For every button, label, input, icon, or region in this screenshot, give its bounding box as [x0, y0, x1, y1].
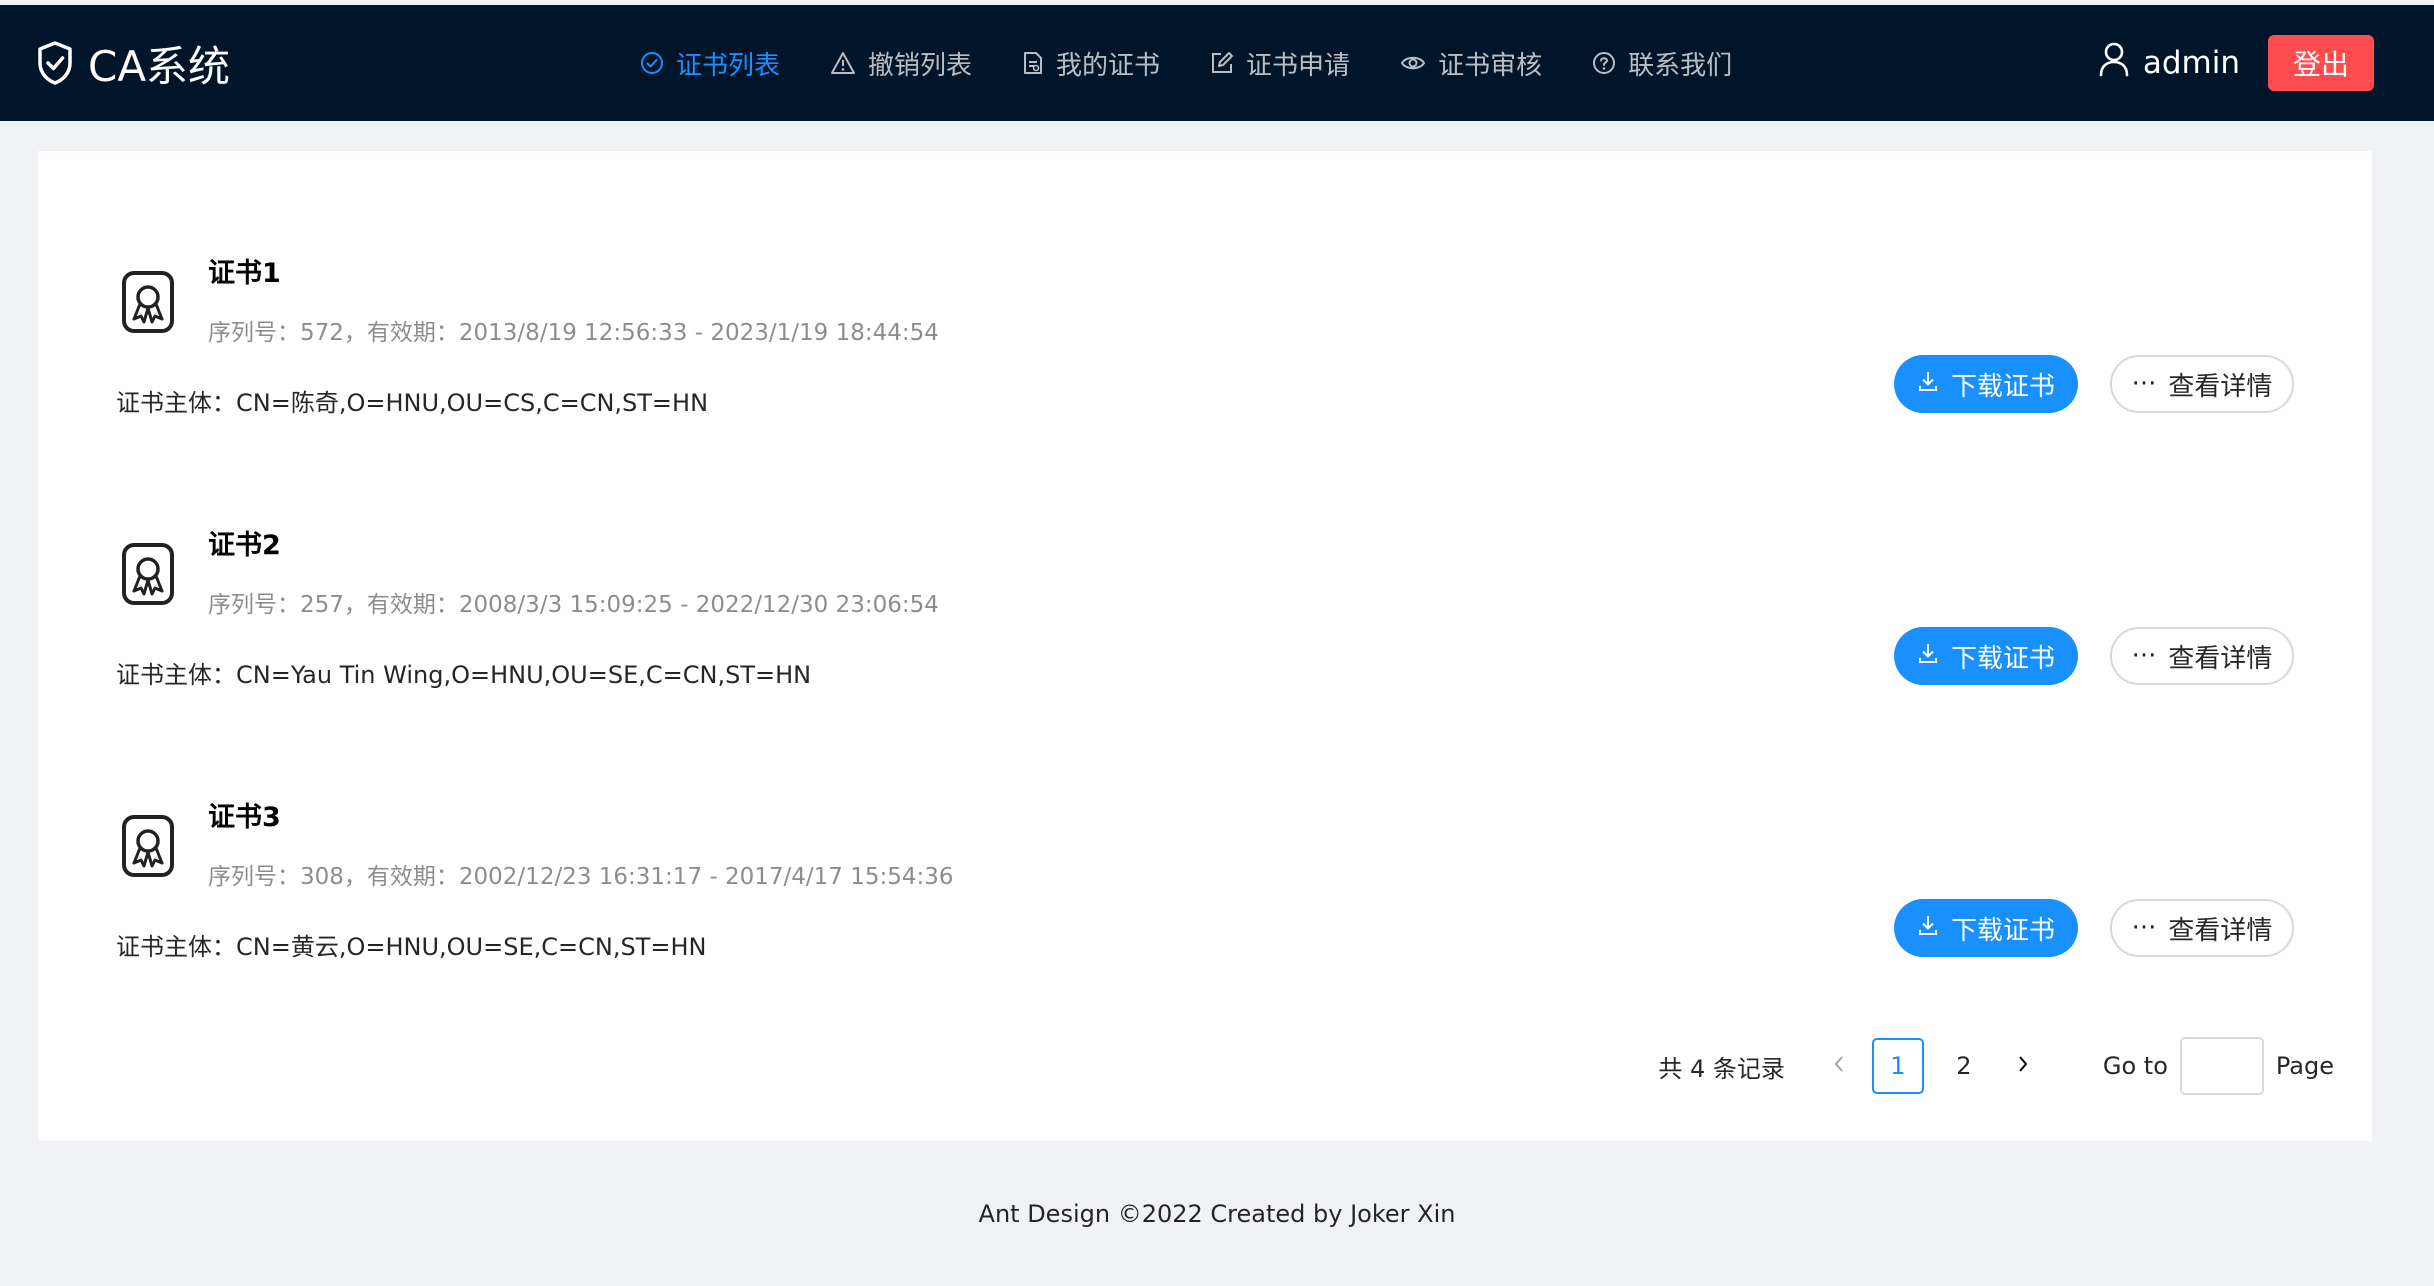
edit-icon: [1210, 51, 1234, 75]
user-icon: [2099, 41, 2129, 85]
list-item: 证书2 序列号：257，有效期：2008/3/3 15:09:25 - 2022…: [38, 523, 2372, 763]
ellipsis-icon: ···: [2131, 369, 2157, 399]
view-detail-button[interactable]: ··· 查看详情: [2110, 627, 2294, 685]
cert-title: 证书2: [208, 530, 281, 561]
shield-check-icon: [36, 40, 74, 86]
user-area: admin 登出: [2099, 5, 2374, 121]
view-detail-button[interactable]: ··· 查看详情: [2110, 899, 2294, 957]
question-circle-icon: [1592, 51, 1616, 75]
ellipsis-icon: ···: [2131, 913, 2157, 943]
file-icon: [1022, 51, 1044, 75]
page-2[interactable]: 2: [1938, 1038, 1990, 1094]
nav-item-cert-review[interactable]: 证书审核: [1400, 45, 1542, 82]
nav-item-my-certs[interactable]: 我的证书: [1022, 45, 1160, 82]
top-navbar: CA系统 证书列表 撤销列表 我的证书 证书申请 证书审核 联系我们 admin…: [0, 5, 2434, 121]
footer: Ant Design ©2022 Created by Joker Xin: [978, 1200, 1456, 1228]
certificate-icon: [120, 813, 176, 879]
download-cert-button[interactable]: 下载证书: [1894, 899, 2078, 957]
nav-item-contact[interactable]: 联系我们: [1592, 45, 1732, 82]
cert-subject: 证书主体：CN=Yau Tin Wing,O=HNU,OU=SE,C=CN,ST…: [116, 661, 812, 689]
certificate-icon: [120, 541, 176, 607]
button-label: 查看详情: [2168, 915, 2273, 946]
nav-item-revoke-list[interactable]: 撤销列表: [830, 45, 972, 82]
nav-label: 证书审核: [1438, 50, 1543, 81]
chevron-left-icon: [1832, 1052, 1846, 1080]
button-label: 查看详情: [2168, 371, 2273, 402]
button-label: 下载证书: [1950, 371, 2055, 402]
nav-label: 联系我们: [1628, 50, 1733, 81]
button-label: 下载证书: [1950, 915, 2055, 946]
download-icon: [1917, 913, 1939, 943]
page-1[interactable]: 1: [1871, 1038, 1924, 1094]
cert-meta: 序列号：257，有效期：2008/3/3 15:09:25 - 2022/12/…: [208, 592, 939, 618]
prev-page-button[interactable]: [1813, 1037, 1865, 1095]
logout-button[interactable]: 登出: [2268, 35, 2374, 91]
nav-item-cert-apply[interactable]: 证书申请: [1210, 45, 1350, 82]
check-circle-icon: [640, 51, 664, 75]
goto-page-input[interactable]: [2179, 1037, 2264, 1095]
chevron-right-icon: [2016, 1052, 2030, 1080]
page-label: Page: [2275, 1052, 2334, 1080]
cert-subject: 证书主体：CN=黄云,O=HNU,OU=SE,C=CN,ST=HN: [116, 933, 707, 961]
brand-title: CA系统: [88, 41, 231, 91]
main-menu: 证书列表 撤销列表 我的证书 证书申请 证书审核 联系我们: [640, 5, 1782, 121]
nav-item-cert-list[interactable]: 证书列表: [640, 45, 780, 82]
download-icon: [1917, 641, 1939, 671]
nav-label: 我的证书: [1056, 50, 1161, 81]
warning-icon: [830, 51, 856, 75]
view-detail-button[interactable]: ··· 查看详情: [2110, 355, 2294, 413]
cert-subject: 证书主体：CN=陈奇,O=HNU,OU=CS,C=CN,ST=HN: [116, 389, 709, 417]
nav-label: 证书列表: [676, 50, 781, 81]
user-menu[interactable]: admin: [2099, 41, 2240, 85]
brand-logo[interactable]: CA系统: [36, 5, 230, 121]
username: admin: [2142, 45, 2240, 81]
button-label: 查看详情: [2168, 643, 2273, 674]
list-item: 证书1 序列号：572，有效期：2013/8/19 12:56:33 - 202…: [38, 251, 2372, 491]
goto-label: Go to: [2102, 1052, 2168, 1080]
list-item: 证书3 序列号：308，有效期：2002/12/23 16:31:17 - 20…: [38, 795, 2372, 1035]
cert-title: 证书3: [208, 802, 281, 833]
eye-icon: [1400, 51, 1426, 75]
download-icon: [1917, 369, 1939, 399]
certificate-icon: [120, 269, 176, 335]
next-page-button[interactable]: [1997, 1037, 2049, 1095]
nav-label: 撤销列表: [868, 50, 973, 81]
cert-meta: 序列号：308，有效期：2002/12/23 16:31:17 - 2017/4…: [208, 864, 954, 890]
cert-meta: 序列号：572，有效期：2013/8/19 12:56:33 - 2023/1/…: [208, 320, 939, 346]
total-count: 共 4 条记录: [1658, 1054, 1785, 1083]
ellipsis-icon: ···: [2131, 641, 2157, 671]
download-cert-button[interactable]: 下载证书: [1894, 627, 2078, 685]
pagination: 共 4 条记录 1 2 Go to Page: [1658, 1037, 2334, 1095]
download-cert-button[interactable]: 下载证书: [1894, 355, 2078, 413]
cert-title: 证书1: [208, 258, 281, 289]
nav-label: 证书申请: [1246, 50, 1351, 81]
cert-list-card: 证书1 序列号：572，有效期：2013/8/19 12:56:33 - 202…: [38, 151, 2372, 1141]
button-label: 下载证书: [1950, 643, 2055, 674]
